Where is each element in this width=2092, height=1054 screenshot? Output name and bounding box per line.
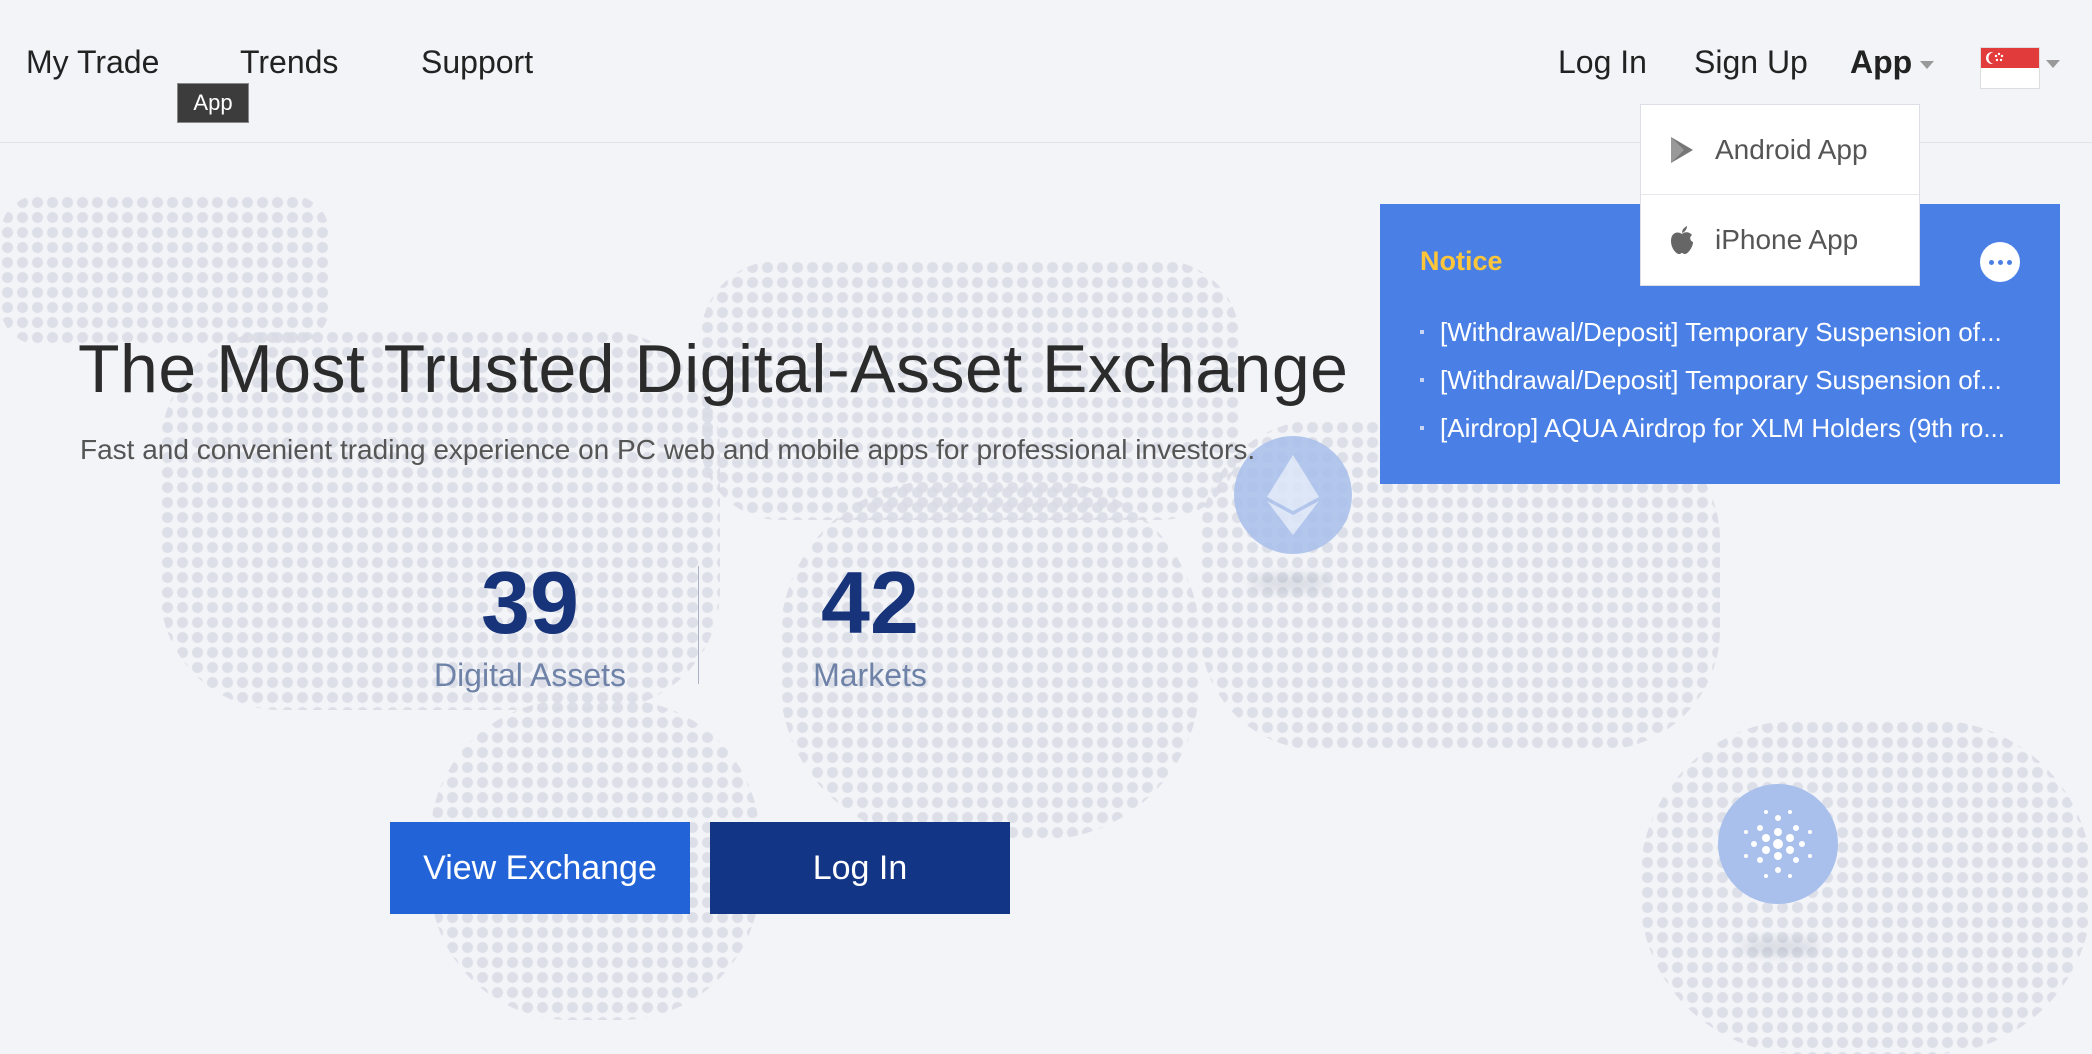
login-button[interactable]: Log In <box>710 822 1010 914</box>
stat-value: 42 <box>821 553 919 652</box>
hero-subtitle: Fast and convenient trading experience o… <box>80 434 1256 465</box>
stat-label: Digital Assets <box>433 657 627 693</box>
apple-icon <box>1667 225 1697 255</box>
app-dropdown: Android App iPhone App <box>1640 104 1920 286</box>
notice-list: [Withdrawal/Deposit] Temporary Suspensio… <box>1420 308 2040 452</box>
iphone-app-label: iPhone App <box>1715 223 1859 255</box>
dropdown-iphone-app[interactable]: iPhone App <box>1641 194 1919 284</box>
stat-digital-assets: 39 Digital Assets <box>410 555 650 694</box>
singapore-flag-icon[interactable] <box>1980 47 2040 89</box>
google-play-icon <box>1667 135 1697 165</box>
more-icon[interactable] <box>1980 242 2020 282</box>
app-tooltip: App <box>177 83 249 123</box>
stat-label: Markets <box>813 657 927 693</box>
chevron-down-icon <box>1920 60 1935 69</box>
coin-shadow <box>1740 940 1820 954</box>
nav-signup[interactable]: Sign Up <box>1694 44 1808 81</box>
dropdown-android-app[interactable]: Android App <box>1641 105 1919 194</box>
stat-value: 39 <box>481 553 579 652</box>
nav-my-trade[interactable]: My Trade <box>26 44 159 81</box>
stat-divider <box>698 566 699 684</box>
language-chevron-down-icon[interactable] <box>2046 60 2060 68</box>
hero-title: The Most Trusted Digital-Asset Exchange <box>78 331 1349 407</box>
cardano-icon <box>1718 784 1838 904</box>
coin-shadow <box>1250 576 1330 590</box>
stat-markets: 42 Markets <box>770 555 970 694</box>
notice-title: Notice <box>1420 246 1503 276</box>
notice-item[interactable]: [Airdrop] AQUA Airdrop for XLM Holders (… <box>1420 404 2040 452</box>
android-app-label: Android App <box>1715 133 1868 165</box>
nav-app-menu[interactable]: App <box>1850 44 1935 81</box>
notice-item[interactable]: [Withdrawal/Deposit] Temporary Suspensio… <box>1420 356 2040 404</box>
view-exchange-button[interactable]: View Exchange <box>390 822 690 914</box>
nav-support[interactable]: Support <box>421 44 533 81</box>
notice-item[interactable]: [Withdrawal/Deposit] Temporary Suspensio… <box>1420 308 2040 356</box>
nav-app-label: App <box>1850 44 1913 80</box>
nav-trends[interactable]: Trends <box>240 44 338 81</box>
nav-login[interactable]: Log In <box>1558 44 1647 81</box>
